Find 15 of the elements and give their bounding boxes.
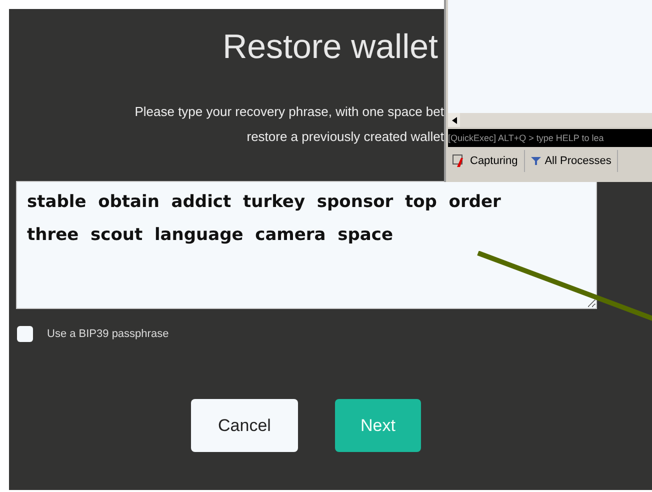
filter-icon [530, 156, 541, 166]
cancel-button[interactable]: Cancel [191, 399, 298, 452]
checkbox-label: Use a BIP39 passphrase [47, 328, 169, 340]
instruction-text: restore a previously created wallet [246, 128, 444, 146]
status-text: Capturing [470, 155, 518, 167]
quickexec-bar[interactable]: [QuickExec] ALT+Q > type HELP to lea [448, 129, 652, 147]
page-title: Restore wallet [222, 27, 438, 68]
status-text: All Processes [544, 155, 612, 167]
capture-icon [452, 154, 466, 168]
instruction-text: Please type your recovery phrase, with one space bet [134, 103, 444, 121]
left-arrow-icon [452, 116, 456, 124]
scroll-left-button[interactable] [448, 113, 460, 127]
passphrase-checkbox[interactable] [17, 326, 33, 342]
horizontal-scrollbar[interactable] [448, 113, 652, 127]
recovery-phrase-field[interactable]: stable obtain addict turkey sponsor top order three scout language camera space [16, 181, 597, 309]
